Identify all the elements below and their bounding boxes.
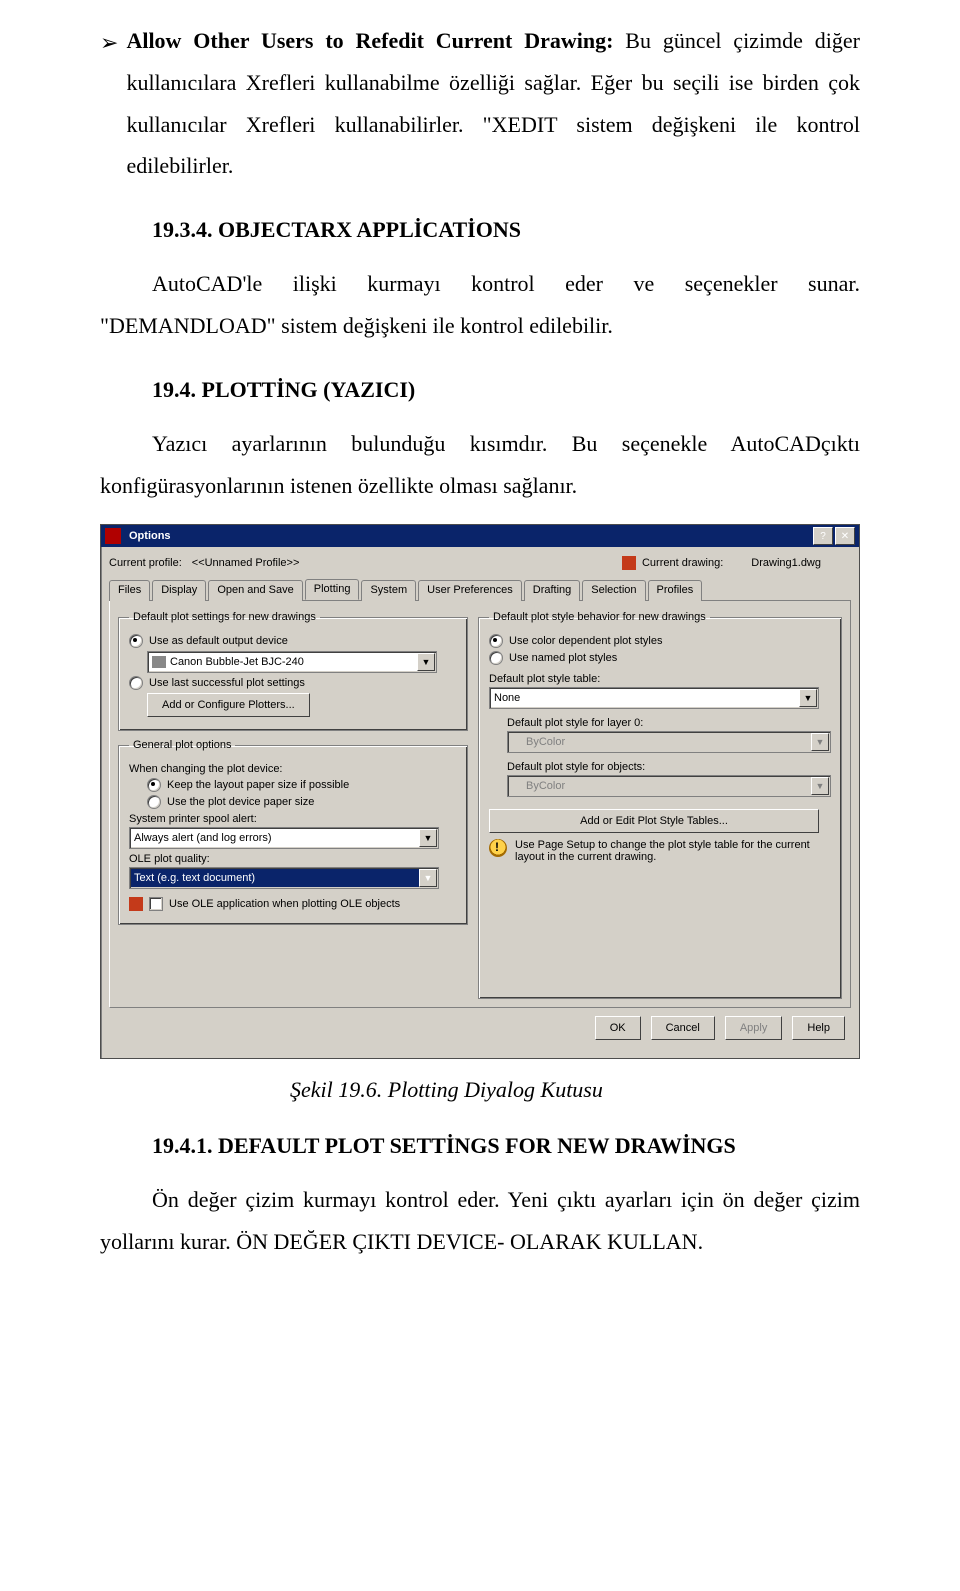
- default-printer-dropdown[interactable]: Canon Bubble-Jet BJC-240 ▼: [147, 651, 437, 673]
- style-objects-dropdown: ByColor ▼: [507, 775, 831, 797]
- add-configure-plotters-button[interactable]: Add or Configure Plotters...: [147, 693, 310, 717]
- chevron-down-icon: ▼: [811, 777, 829, 795]
- group-default-plot-legend: Default plot settings for new drawings: [129, 611, 320, 623]
- ole-app-label: Use OLE application when plotting OLE ob…: [169, 898, 400, 910]
- heading-1941: 19.4.1. DEFAULT PLOT SETTİNGS FOR NEW DR…: [100, 1133, 860, 1159]
- tab-plotting[interactable]: Plotting: [305, 579, 360, 600]
- checkbox-icon: [149, 897, 163, 911]
- default-style-table-label: Default plot style table:: [489, 673, 831, 685]
- group-default-plot-settings: Default plot settings for new drawings U…: [118, 611, 468, 731]
- radio-icon: [129, 634, 143, 648]
- dialog-button-row: OK Cancel Apply Help: [109, 1008, 851, 1050]
- radio-keep-layout-label: Keep the layout paper size if possible: [167, 779, 349, 791]
- cancel-button[interactable]: Cancel: [651, 1016, 715, 1040]
- bullet-title: Allow Other Users to Refedit Current Dra…: [126, 28, 613, 53]
- help-button-icon[interactable]: ?: [813, 527, 833, 545]
- radio-use-default-device[interactable]: Use as default output device: [129, 634, 457, 648]
- radio-icon: [489, 634, 503, 648]
- heading-194: 19.4. PLOTTİNG (YAZICI): [100, 377, 860, 403]
- spool-alert-value: Always alert (and log errors): [134, 832, 272, 844]
- apply-button[interactable]: Apply: [725, 1016, 783, 1040]
- paragraph-plotting-text: Yazıcı ayarlarının bulunduğu kısımdır. B…: [100, 431, 860, 498]
- radio-named-styles[interactable]: Use named plot styles: [489, 651, 831, 665]
- radio-named-label: Use named plot styles: [509, 652, 617, 664]
- radio-icon: [147, 795, 161, 809]
- bullet-paragraph: ➢ Allow Other Users to Refedit Current D…: [100, 20, 860, 187]
- style-objects-value: ByColor: [526, 780, 565, 792]
- radio-icon: [129, 676, 143, 690]
- options-dialog: Options ? ✕ Current profile: <<Unnamed P…: [100, 524, 860, 1059]
- radio-use-device-paper-size[interactable]: Use the plot device paper size: [129, 795, 457, 809]
- group-general-legend: General plot options: [129, 739, 235, 751]
- tip-text: Use Page Setup to change the plot style …: [515, 839, 831, 863]
- style-objects-label: Default plot style for objects:: [489, 761, 831, 773]
- chevron-down-icon: ▼: [419, 829, 437, 847]
- radio-use-default-label: Use as default output device: [149, 635, 288, 647]
- app-icon: [105, 528, 121, 544]
- current-drawing-value: Drawing1.dwg: [751, 557, 821, 569]
- radio-icon: [489, 651, 503, 665]
- ole-quality-label: OLE plot quality:: [129, 853, 457, 865]
- radio-color-dep-label: Use color dependent plot styles: [509, 635, 662, 647]
- chevron-down-icon: ▼: [419, 869, 437, 887]
- default-printer-value: Canon Bubble-Jet BJC-240: [170, 656, 304, 668]
- when-changing-label: When changing the plot device:: [129, 763, 457, 775]
- page-setup-tip: Use Page Setup to change the plot style …: [489, 839, 831, 863]
- chevron-down-icon: ▼: [799, 689, 817, 707]
- figure-caption: Şekil 19.6. Plotting Diyalog Kutusu: [100, 1077, 860, 1103]
- profile-row: Current profile: <<Unnamed Profile>> Cur…: [109, 553, 851, 573]
- group-general-plot-options: General plot options When changing the p…: [118, 739, 468, 925]
- paragraph-objectarx-text: AutoCAD'le ilişki kurmayı kontrol eder v…: [100, 271, 860, 338]
- tab-strip: Files Display Open and Save Plotting Sys…: [109, 579, 851, 601]
- spool-alert-label: System printer spool alert:: [129, 813, 457, 825]
- tab-files[interactable]: Files: [109, 580, 150, 601]
- paragraph-objectarx: AutoCAD'le ilişki kurmayı kontrol eder v…: [100, 263, 860, 347]
- radio-use-paper-label: Use the plot device paper size: [167, 796, 314, 808]
- tab-system[interactable]: System: [361, 580, 416, 601]
- heading-1934: 19.3.4. OBJECTARX APPLİCATİONS: [100, 217, 860, 243]
- ole-application-checkbox[interactable]: Use OLE application when plotting OLE ob…: [129, 897, 457, 911]
- tab-body-plotting: Default plot settings for new drawings U…: [109, 601, 851, 1008]
- ok-button[interactable]: OK: [595, 1016, 641, 1040]
- paragraph-default-plot-settings: Ön değer çizim kurmayı kontrol eder. Yen…: [100, 1179, 860, 1263]
- group-style-behavior-legend: Default plot style behavior for new draw…: [489, 611, 710, 623]
- radio-color-dependent-styles[interactable]: Use color dependent plot styles: [489, 634, 831, 648]
- ole-quality-dropdown[interactable]: Text (e.g. text document) ▼: [129, 867, 439, 889]
- radio-icon: [147, 778, 161, 792]
- printer-icon: [152, 656, 166, 668]
- spool-alert-dropdown[interactable]: Always alert (and log errors) ▼: [129, 827, 439, 849]
- radio-use-last-successful[interactable]: Use last successful plot settings: [129, 676, 457, 690]
- tab-display[interactable]: Display: [152, 580, 206, 601]
- radio-keep-layout-size[interactable]: Keep the layout paper size if possible: [129, 778, 457, 792]
- tab-profiles[interactable]: Profiles: [648, 580, 703, 601]
- radio-use-last-label: Use last successful plot settings: [149, 677, 305, 689]
- style-layer0-value: ByColor: [526, 736, 565, 748]
- current-profile-value: <<Unnamed Profile>>: [192, 557, 592, 569]
- style-layer0-label: Default plot style for layer 0:: [489, 717, 831, 729]
- tab-selection[interactable]: Selection: [582, 580, 645, 601]
- ole-quality-value: Text (e.g. text document): [134, 872, 255, 884]
- default-style-table-dropdown[interactable]: None ▼: [489, 687, 819, 709]
- add-edit-style-tables-button[interactable]: Add or Edit Plot Style Tables...: [489, 809, 819, 833]
- tab-open-save[interactable]: Open and Save: [208, 580, 302, 601]
- chevron-down-icon: ▼: [811, 733, 829, 751]
- bullet-arrow-icon: ➢: [100, 22, 118, 64]
- chevron-down-icon: ▼: [417, 653, 435, 671]
- drawing-icon: [622, 556, 636, 570]
- drawing-icon: [129, 897, 143, 911]
- close-icon[interactable]: ✕: [835, 527, 855, 545]
- default-style-table-value: None: [494, 692, 520, 704]
- dialog-title: Options: [125, 530, 813, 542]
- tab-user-prefs[interactable]: User Preferences: [418, 580, 522, 601]
- tab-drafting[interactable]: Drafting: [524, 580, 581, 601]
- current-profile-label: Current profile:: [109, 557, 182, 569]
- dialog-titlebar[interactable]: Options ? ✕: [101, 525, 859, 547]
- help-button[interactable]: Help: [792, 1016, 845, 1040]
- lightbulb-icon: [489, 839, 507, 857]
- group-plot-style-behavior: Default plot style behavior for new draw…: [478, 611, 842, 999]
- current-drawing-label: Current drawing:: [642, 557, 723, 569]
- paragraph-plotting: Yazıcı ayarlarının bulunduğu kısımdır. B…: [100, 423, 860, 507]
- style-layer0-dropdown: ByColor ▼: [507, 731, 831, 753]
- paragraph-1941-text: Ön değer çizim kurmayı kontrol eder. Yen…: [100, 1187, 860, 1254]
